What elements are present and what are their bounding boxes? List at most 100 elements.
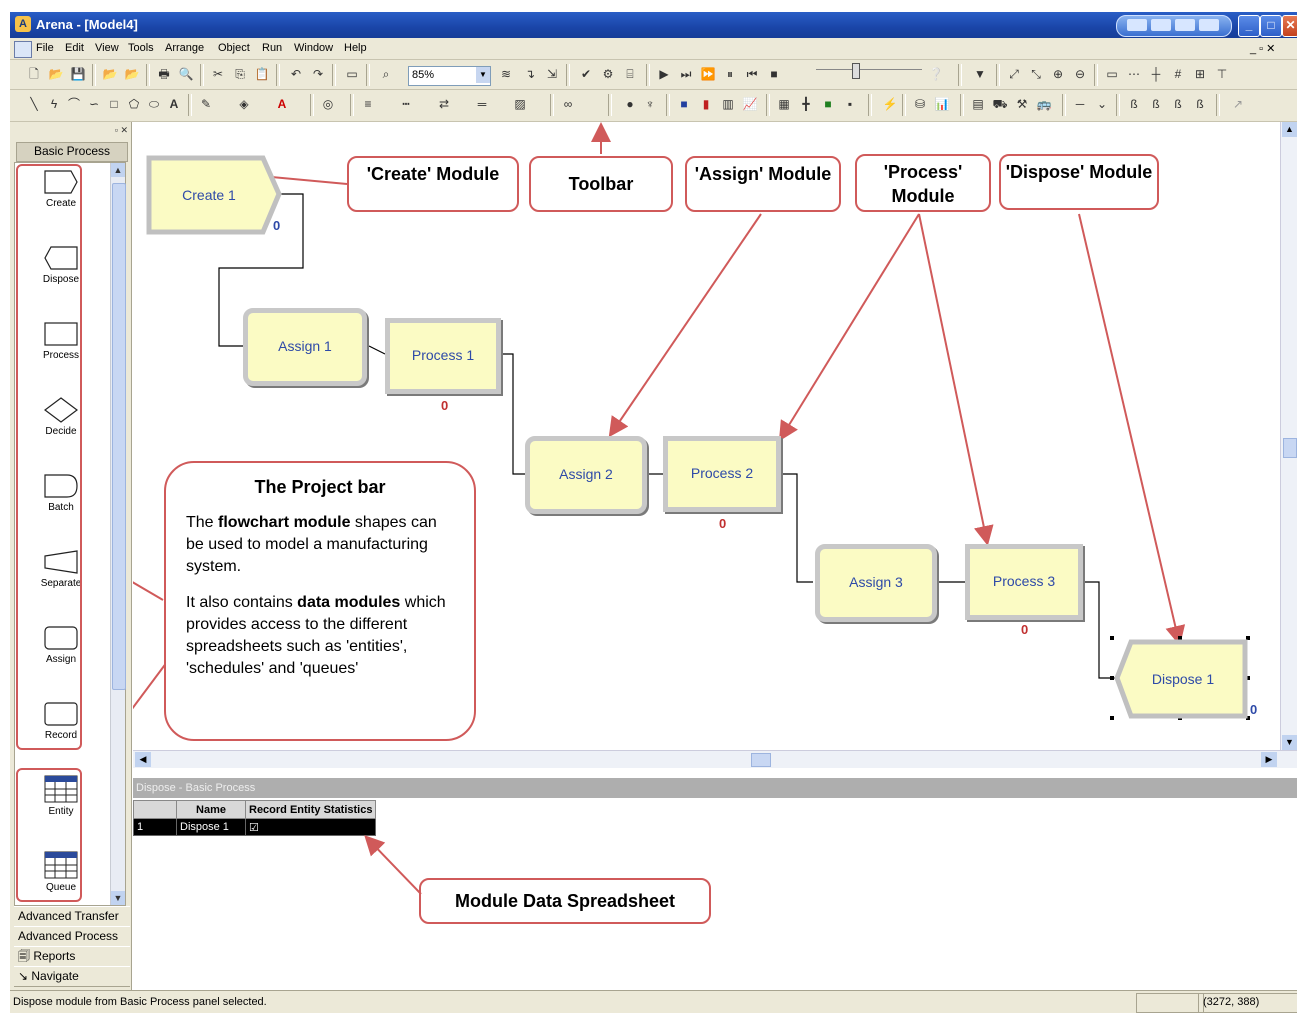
menu-file[interactable]: File <box>36 42 54 54</box>
document-icon[interactable] <box>14 41 32 58</box>
end-icon[interactable]: ■ <box>766 66 782 82</box>
line-pattern-icon[interactable]: ═ <box>474 96 490 112</box>
module-process-3[interactable]: Process 3 <box>965 544 1083 620</box>
undo-icon[interactable]: ↶ <box>288 66 304 82</box>
route-icon[interactable]: ■ <box>820 96 836 112</box>
module-dispose-1[interactable]: Dispose 1 <box>1121 642 1245 716</box>
plot-icon[interactable]: 📈 <box>742 96 758 112</box>
ellipse-icon[interactable]: ⬭ <box>146 96 162 112</box>
box-icon[interactable]: □ <box>106 96 122 112</box>
arrow-style-icon[interactable]: ⇄ <box>436 96 452 112</box>
canvas-vertical-scrollbar[interactable]: ▲ ▼ <box>1280 122 1297 750</box>
rulers-icon[interactable]: ⊞ <box>1192 66 1208 82</box>
zoom-out-icon[interactable]: ⊖ <box>1072 66 1088 82</box>
view-all-icon[interactable]: ⤢ <box>1006 66 1022 82</box>
minimize-button[interactable]: _ <box>1238 15 1260 37</box>
polygon-icon[interactable]: ⬠ <box>126 96 142 112</box>
pause-icon[interactable]: ⏸ <box>722 66 738 82</box>
print-preview-icon[interactable]: 🔍 <box>178 66 194 82</box>
zoom-icon[interactable]: ⌕ <box>378 66 394 82</box>
copy-icon[interactable]: ⎘ <box>232 66 248 82</box>
scroll-thumb[interactable] <box>112 183 126 690</box>
zoom-in-icon[interactable]: ⊕ <box>1050 66 1066 82</box>
storage-icon[interactable]: ⛁ <box>912 96 928 112</box>
step-icon[interactable]: ⏭ <box>678 66 694 82</box>
project-bar-scrollbar[interactable]: ▲ ▼ <box>110 163 126 905</box>
resource-icon[interactable]: ♆ <box>642 96 658 112</box>
animation-speed-slider[interactable] <box>816 63 922 80</box>
histogram-icon[interactable]: ▥ <box>720 96 736 112</box>
segment-icon[interactable]: ▪ <box>842 96 858 112</box>
connect-icon[interactable]: ↴ <box>522 66 538 82</box>
scroll-up-arrow-icon[interactable]: ▲ <box>1282 122 1297 137</box>
panel-tab-advanced-transfer[interactable]: Advanced Transfer <box>14 906 130 927</box>
close-template-icon[interactable]: 📂 <box>124 66 140 82</box>
line-style-icon[interactable]: ┅ <box>398 96 414 112</box>
sb-icon[interactable]: ß <box>1170 96 1186 112</box>
new-file-icon[interactable]: 🗋 <box>26 66 42 82</box>
link-icon[interactable]: ∞ <box>560 96 576 112</box>
lightning-icon[interactable]: ⚡ <box>882 96 898 112</box>
chart-icon[interactable]: 📊 <box>934 96 950 112</box>
redo-icon[interactable]: ↷ <box>310 66 326 82</box>
maximize-button[interactable]: □ <box>1260 15 1282 37</box>
station-icon[interactable]: ▦ <box>776 96 792 112</box>
open-folder-icon[interactable]: 📂 <box>48 66 64 82</box>
fill-color-icon[interactable]: ◈ <box>236 96 252 112</box>
scroll-up-arrow-icon[interactable]: ▲ <box>111 163 125 177</box>
menu-help[interactable]: Help <box>344 42 367 54</box>
open-template-icon[interactable]: 📂 <box>102 66 118 82</box>
text-icon[interactable]: A <box>166 96 182 112</box>
network-icon[interactable]: ▤ <box>970 96 986 112</box>
panel-tab-advanced-process[interactable]: Advanced Process <box>14 926 130 947</box>
canvas-horizontal-scrollbar[interactable]: ◀ ▶ <box>133 750 1297 768</box>
cut-icon[interactable]: ✂ <box>210 66 226 82</box>
go-icon[interactable]: ▶ <box>656 66 672 82</box>
menu-run[interactable]: Run <box>262 42 282 54</box>
scroll-left-arrow-icon[interactable]: ◀ <box>135 752 151 767</box>
line-width-icon[interactable]: ≡ <box>360 96 376 112</box>
dropdown-icon[interactable]: ⌄ <box>1094 96 1110 112</box>
help-pointer-icon[interactable]: ❔ <box>928 66 944 82</box>
menu-arrange[interactable]: Arrange <box>165 42 204 54</box>
view-region-icon[interactable]: ▭ <box>344 66 360 82</box>
menu-window[interactable]: Window <box>294 42 333 54</box>
line-icon[interactable]: ╲ <box>26 96 42 112</box>
close-button[interactable]: ✕ <box>1282 15 1297 37</box>
zoom-select[interactable]: 85% ▼ <box>408 66 491 86</box>
menu-object[interactable]: Object <box>218 42 250 54</box>
menu-view[interactable]: View <box>95 42 119 54</box>
mdi-window-controls[interactable]: _ ▫ ✕ <box>1250 42 1275 55</box>
scroll-down-arrow-icon[interactable]: ▼ <box>1282 735 1297 750</box>
save-icon[interactable]: 💾 <box>70 66 86 82</box>
module-create-1[interactable]: Create 1 <box>149 158 269 232</box>
parking-icon[interactable]: ─ <box>1072 96 1088 112</box>
print-icon[interactable]: 🖶 <box>156 66 172 82</box>
vehicle-icon[interactable]: 🚌 <box>1036 96 1052 112</box>
scroll-right-arrow-icon[interactable]: ▶ <box>1261 752 1277 767</box>
fast-forward-icon[interactable]: ⏩ <box>700 66 716 82</box>
window-background-icon[interactable]: ◎ <box>320 96 336 112</box>
model-canvas[interactable]: Create 1 0 Assign 1 Process 1 0 Assign 2… <box>133 122 1297 750</box>
queue-animation-icon[interactable]: ● <box>622 96 638 112</box>
page-breaks-icon[interactable]: ▭ <box>1104 66 1120 82</box>
intersection-icon[interactable]: ╋ <box>798 96 814 112</box>
cell-name[interactable]: Dispose 1 <box>176 818 246 836</box>
panel-tab-navigate[interactable]: ↘ Navigate <box>14 966 130 987</box>
line-color-icon[interactable]: ✎ <box>198 96 214 112</box>
project-bar-controls[interactable]: ▫ ✕ <box>98 125 128 137</box>
bezier-icon[interactable]: ∽ <box>86 96 102 112</box>
column-header-rownum[interactable] <box>133 800 177 819</box>
sg-icon[interactable]: ß <box>1148 96 1164 112</box>
module-process-1[interactable]: Process 1 <box>385 318 501 394</box>
module-assign-2[interactable]: Assign 2 <box>525 436 647 514</box>
fill-pattern-icon[interactable]: ▨ <box>512 96 528 112</box>
scroll-down-arrow-icon[interactable]: ▼ <box>111 891 125 905</box>
polyline-icon[interactable]: ϟ <box>46 96 62 112</box>
start-over-icon[interactable]: ⏮ <box>744 66 760 82</box>
snap-icon[interactable]: ┼ <box>1148 66 1164 82</box>
paste-icon[interactable]: 📋 <box>254 66 270 82</box>
module-process-2[interactable]: Process 2 <box>663 436 781 512</box>
layers-icon[interactable]: ≋ <box>498 66 514 82</box>
arc-icon[interactable]: ⌒ <box>66 96 82 112</box>
